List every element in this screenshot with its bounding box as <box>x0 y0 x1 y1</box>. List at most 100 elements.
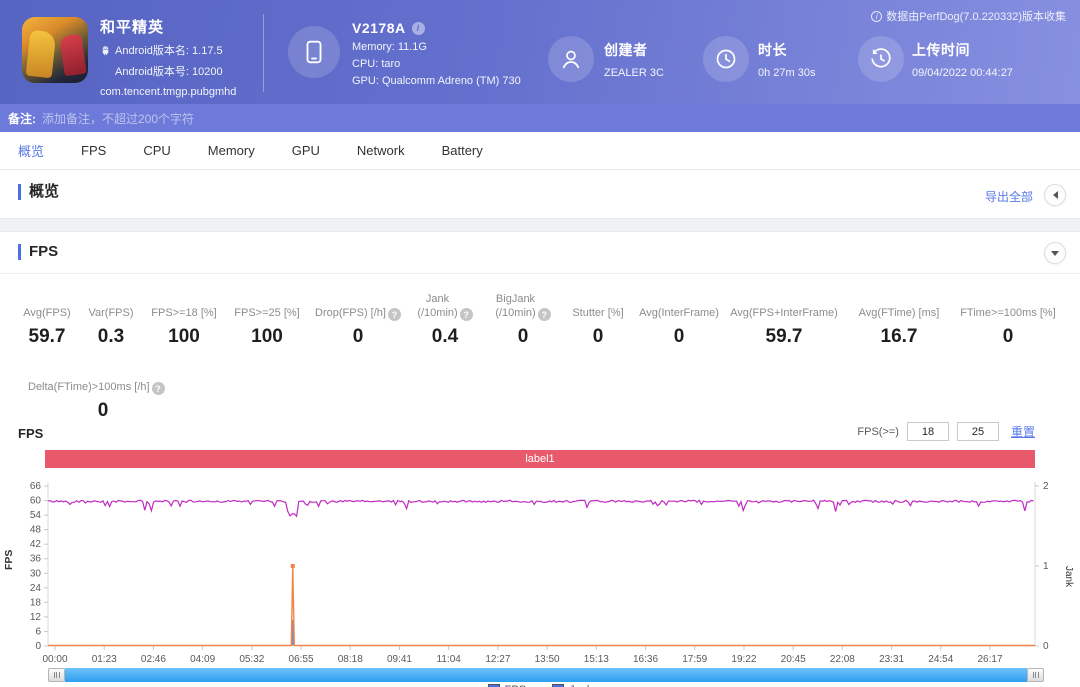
stat-value: 0 <box>592 326 604 347</box>
stat-value: 0 <box>97 400 109 421</box>
info-icon: i <box>871 10 883 22</box>
svg-text:01:23: 01:23 <box>92 654 117 665</box>
duration-block: 时长 0h 27m 30s <box>758 40 815 79</box>
device-gpu: GPU: Qualcomm Adreno (TM) 730 <box>352 75 521 87</box>
help-icon[interactable]: ? <box>151 382 165 395</box>
header-divider <box>263 14 264 92</box>
reset-link[interactable]: 重置 <box>1011 423 1035 440</box>
stat-avg-interframe-: Avg(InterFrame) 0 <box>634 288 724 348</box>
svg-text:11:04: 11:04 <box>437 654 462 665</box>
tab-gpu[interactable]: GPU <box>292 143 320 158</box>
stat-fps-18-: FPS>=18 [%] 100 <box>144 288 224 348</box>
creator-icon-circle <box>548 36 594 82</box>
section-separator <box>0 218 1080 232</box>
device-memory: Memory: 11.1G <box>352 41 427 53</box>
stat-avg-fps-: Avg(FPS) 59.7 <box>16 288 78 348</box>
svg-text:02:46: 02:46 <box>141 654 166 665</box>
chart-label-banner: label1 <box>45 450 1035 468</box>
upload-icon-circle <box>858 36 904 82</box>
device-info-icon[interactable]: i <box>411 21 425 35</box>
creator-value: ZEALER 3C <box>604 67 664 79</box>
stat-var-fps-: Var(FPS) 0.3 <box>78 288 144 348</box>
svg-text:08:18: 08:18 <box>338 654 363 665</box>
duration-value: 0h 27m 30s <box>758 67 816 79</box>
android-version-code: Android版本号: 10200 <box>115 66 223 78</box>
duration-icon-circle <box>703 36 749 82</box>
stat-value: 0 <box>1002 326 1014 347</box>
stat-avg-fps-interframe-: Avg(FPS+InterFrame) 59.7 <box>724 288 844 348</box>
svg-text:12:27: 12:27 <box>485 654 510 665</box>
svg-text:60: 60 <box>30 496 42 507</box>
stat-label: Avg(FTime) [ms] <box>858 307 940 319</box>
tab-network[interactable]: Network <box>357 143 405 158</box>
stat-label: Var(FPS) <box>88 307 134 319</box>
fps-line-chart[interactable]: 0612182430364248546066012FPSJank00:00 01:… <box>0 474 1080 666</box>
stat-ftime-100ms-: FTime>=100ms [%] 0 <box>954 288 1062 348</box>
svg-text:30: 30 <box>30 568 42 579</box>
help-icon[interactable]: ? <box>459 308 473 321</box>
collect-info: i 数据由PerfDog(7.0.220332)版本收集 <box>871 8 1066 24</box>
stat-stutter-: Stutter [%] 0 <box>562 288 634 348</box>
overview-collapse-button[interactable] <box>1044 184 1066 206</box>
triangle-left-icon <box>1052 191 1058 199</box>
svg-text:42: 42 <box>30 539 42 550</box>
tab-battery[interactable]: Battery <box>442 143 483 158</box>
note-input-bar[interactable]: 备注: 添加备注，不超过200个字符 <box>0 104 1080 132</box>
stat-value: 100 <box>168 326 200 347</box>
svg-text:6: 6 <box>35 626 41 637</box>
svg-text:04:09: 04:09 <box>190 654 215 665</box>
range-handle-right[interactable] <box>1027 668 1044 682</box>
fps-filter-label: FPS(>=) <box>857 425 899 438</box>
tab-memory[interactable]: Memory <box>208 143 255 158</box>
clock-icon <box>716 49 736 69</box>
fps-divider <box>0 273 1080 274</box>
stat-label: Stutter [%] <box>572 307 624 319</box>
fps-threshold-controls: FPS(>=) 重置 <box>857 422 1035 441</box>
tab-fps[interactable]: FPS <box>81 143 106 158</box>
svg-text:66: 66 <box>30 481 42 492</box>
fps-threshold-input-2[interactable] <box>956 422 999 441</box>
stat-label: FTime>=100ms [%] <box>960 307 1056 319</box>
stat-drop-fps-h-: Drop(FPS) [/h]? 0 <box>310 288 406 348</box>
svg-text:2: 2 <box>1043 481 1049 492</box>
phone-icon <box>306 40 322 64</box>
stat-label: Delta(FTime)>100ms [/h] <box>28 381 150 393</box>
svg-text:05:32: 05:32 <box>239 654 264 665</box>
svg-text:36: 36 <box>30 554 42 565</box>
android-icon <box>102 45 109 55</box>
upload-value: 09/04/2022 00:44:27 <box>912 67 1013 79</box>
note-placeholder: 添加备注，不超过200个字符 <box>42 111 195 126</box>
stat-value: 0 <box>517 326 529 347</box>
svg-text:12: 12 <box>30 612 42 623</box>
help-icon[interactable]: ? <box>537 308 551 321</box>
svg-text:1: 1 <box>1043 561 1049 572</box>
range-track[interactable] <box>65 668 1027 682</box>
stat-label: Avg(InterFrame) <box>639 307 719 319</box>
svg-text:54: 54 <box>30 510 42 521</box>
range-handle-left[interactable] <box>48 668 65 682</box>
fps-stats-row: Avg(FPS) 59.7 Var(FPS) 0.3 FPS>=18 [%] 100 FPS… <box>16 288 1062 348</box>
chart-range-scrollbar <box>48 668 1044 682</box>
svg-text:17:59: 17:59 <box>682 654 707 665</box>
svg-text:20:45: 20:45 <box>781 654 806 665</box>
game-meta: 和平精英 Android版本名: 1.17.5 Android版本号: 1020… <box>100 16 236 98</box>
device-info: V2178A i Memory: 11.1G CPU: taro GPU: Qu… <box>352 20 521 87</box>
svg-text:23:31: 23:31 <box>879 654 904 665</box>
stat-jank-10min-: Jank (/10min)? 0.4 <box>406 288 484 348</box>
stat-label: Jank (/10min) <box>417 293 458 319</box>
upload-label: 上传时间 <box>912 42 970 58</box>
svg-text:0: 0 <box>35 641 41 652</box>
svg-text:24:54: 24:54 <box>928 654 953 665</box>
tab-概览[interactable]: 概览 <box>18 141 44 160</box>
fps-collapse-button[interactable] <box>1044 242 1066 264</box>
stat-value: 0 <box>673 326 685 347</box>
svg-text:Jank: Jank <box>1063 566 1074 588</box>
help-icon[interactable]: ? <box>387 308 401 321</box>
stat-value: 0 <box>352 326 364 347</box>
fps-stats-row2: Delta(FTime)>100ms [/h] ? 0 <box>28 362 178 422</box>
tab-cpu[interactable]: CPU <box>143 143 170 158</box>
svg-text:15:13: 15:13 <box>584 654 609 665</box>
export-all-link[interactable]: 导出全部 <box>985 188 1033 205</box>
svg-text:16:36: 16:36 <box>633 654 658 665</box>
fps-threshold-input-1[interactable] <box>906 422 949 441</box>
